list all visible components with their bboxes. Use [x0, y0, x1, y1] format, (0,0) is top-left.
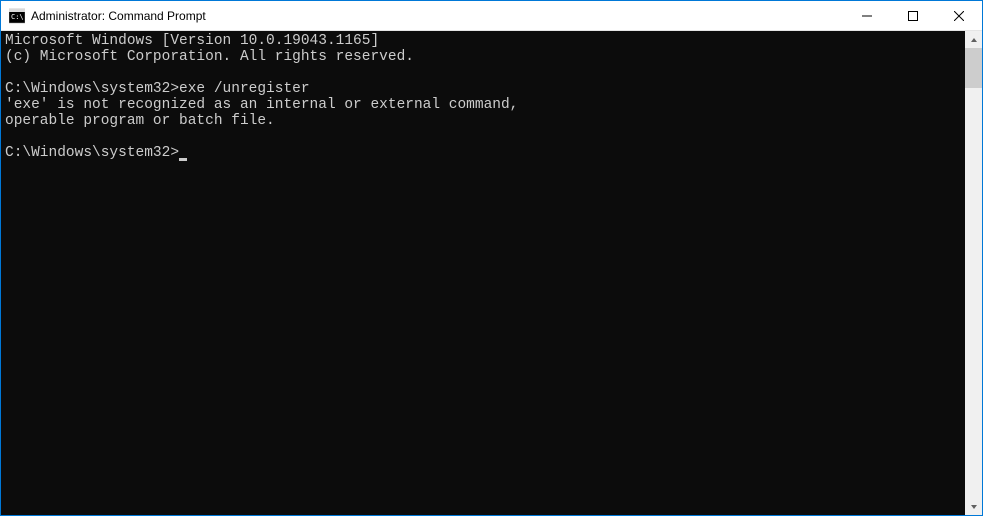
cmd-icon: C:\	[9, 8, 25, 24]
terminal-line: (c) Microsoft Corporation. All rights re…	[5, 49, 965, 65]
scrollbar-thumb[interactable]	[965, 48, 982, 88]
window-controls	[844, 1, 982, 30]
terminal-line: C:\Windows\system32>	[5, 145, 965, 161]
terminal-output[interactable]: Microsoft Windows [Version 10.0.19043.11…	[1, 31, 965, 515]
terminal-line: C:\Windows\system32>exe /unregister	[5, 81, 965, 97]
terminal-cursor	[179, 158, 187, 161]
window-frame: C:\ Administrator: Command Prompt Micros…	[0, 0, 983, 516]
window-title: Administrator: Command Prompt	[31, 9, 206, 23]
scroll-up-button[interactable]	[965, 31, 982, 48]
maximize-button[interactable]	[890, 1, 936, 30]
titlebar[interactable]: C:\ Administrator: Command Prompt	[1, 1, 982, 31]
scroll-down-button[interactable]	[965, 498, 982, 515]
terminal-line: Microsoft Windows [Version 10.0.19043.11…	[5, 33, 965, 49]
terminal-line: 'exe' is not recognized as an internal o…	[5, 97, 965, 113]
terminal-line	[5, 129, 965, 145]
client-area: Microsoft Windows [Version 10.0.19043.11…	[1, 31, 982, 515]
terminal-line: operable program or batch file.	[5, 113, 965, 129]
terminal-line	[5, 65, 965, 81]
close-button[interactable]	[936, 1, 982, 30]
svg-text:C:\: C:\	[11, 13, 24, 21]
scrollbar-track[interactable]	[965, 48, 982, 498]
minimize-button[interactable]	[844, 1, 890, 30]
vertical-scrollbar[interactable]	[965, 31, 982, 515]
